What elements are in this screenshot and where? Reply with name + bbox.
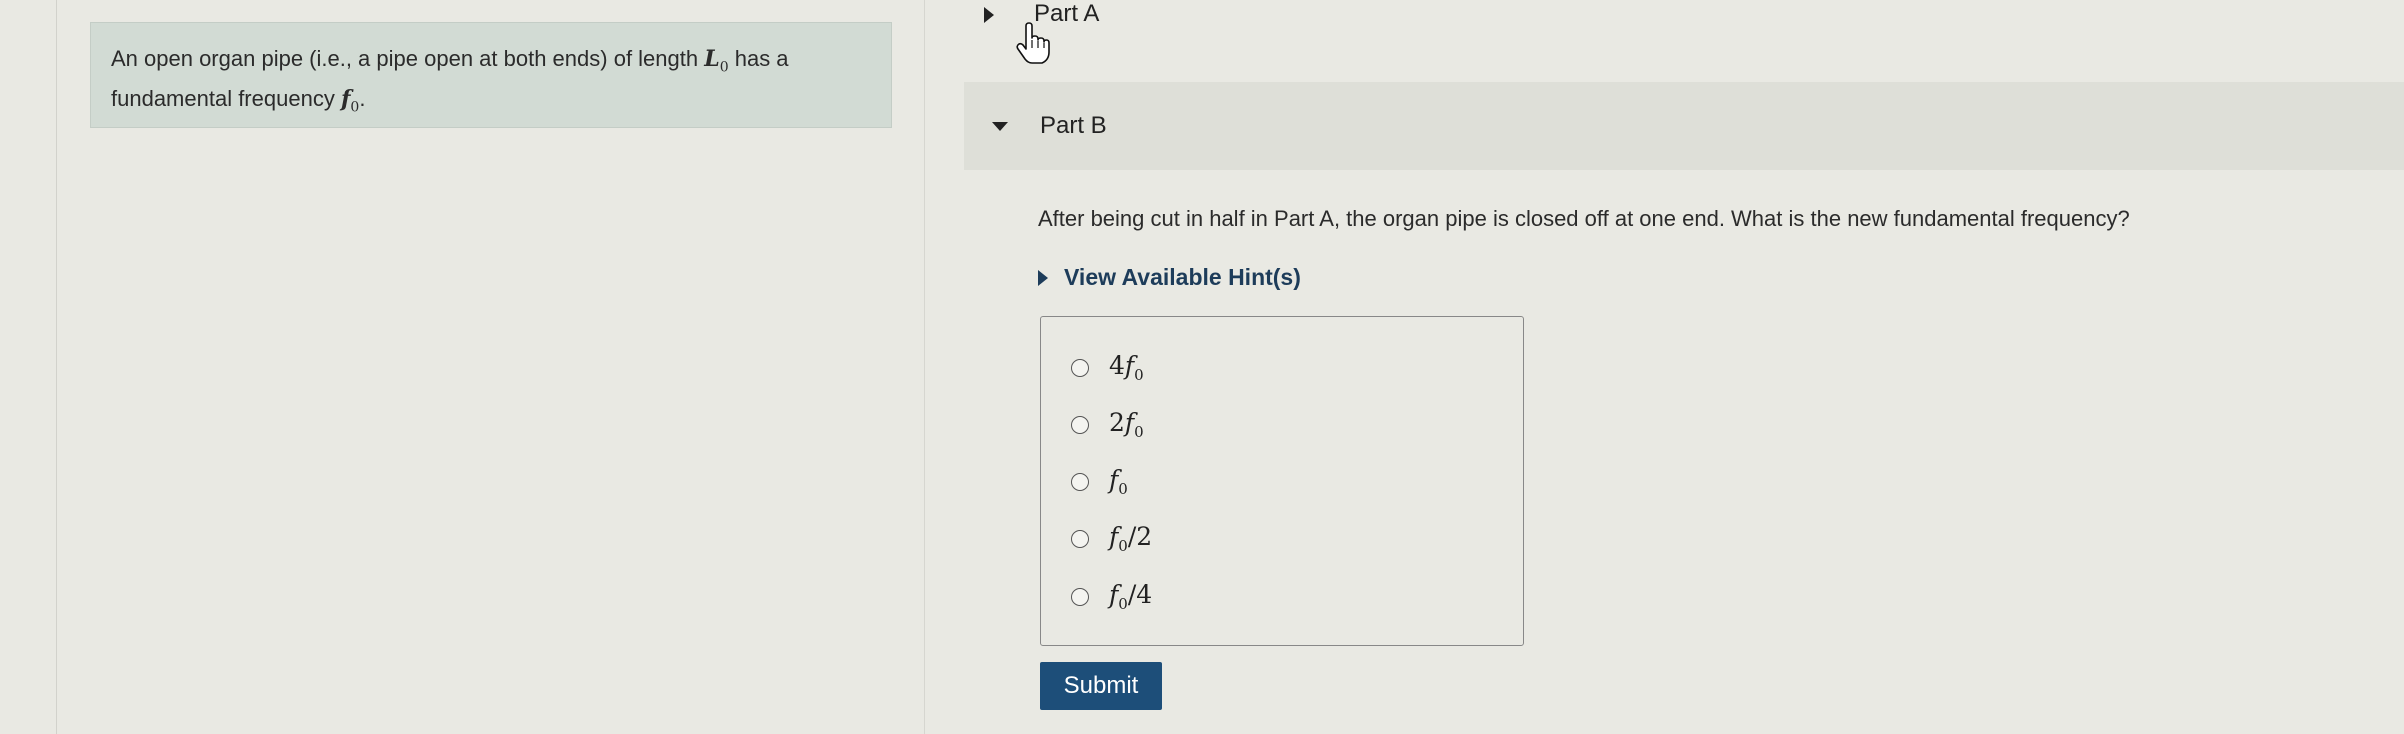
length-symbol: L0 <box>704 46 729 76</box>
submit-button[interactable]: Submit <box>1040 662 1162 710</box>
part-b-label[interactable]: Part B <box>1040 112 1107 140</box>
option-label: f0/4 <box>1109 580 1153 613</box>
left-divider <box>56 0 57 734</box>
view-hints-toggle[interactable]: View Available Hint(s) <box>1038 264 1301 291</box>
hint-caret-icon <box>1038 269 1048 286</box>
part-b-header[interactable] <box>964 82 2404 170</box>
part-a-toggle[interactable] <box>984 0 994 30</box>
option-label: f0 <box>1109 465 1128 498</box>
option-2f0[interactable]: 2f0 <box>1071 408 1144 441</box>
option-4f0[interactable]: 4f0 <box>1071 351 1144 384</box>
option-label: 4f0 <box>1109 351 1144 384</box>
problem-statement: An open organ pipe (i.e., a pipe open at… <box>90 22 892 128</box>
radio-button[interactable] <box>1071 415 1089 434</box>
radio-button[interactable] <box>1071 358 1089 377</box>
frequency-symbol: f0 <box>340 86 360 116</box>
column-divider <box>924 0 925 734</box>
option-label: 2f0 <box>1109 408 1144 441</box>
page: An open organ pipe (i.e., a pipe open at… <box>0 0 2404 734</box>
radio-button[interactable] <box>1071 587 1089 606</box>
hand-pointer-icon <box>1016 22 1050 64</box>
option-label: f0/2 <box>1109 522 1153 555</box>
option-f0-over-2[interactable]: f0/2 <box>1071 522 1152 555</box>
option-f0[interactable]: f0 <box>1071 465 1128 498</box>
answer-options: 4f0 2f0 f0 f0/2 f0/4 <box>1040 316 1524 646</box>
radio-button[interactable] <box>1071 529 1089 548</box>
caret-right-icon <box>984 7 994 23</box>
hint-label[interactable]: View Available Hint(s) <box>1064 264 1301 291</box>
caret-down-icon <box>992 122 1008 131</box>
radio-button[interactable] <box>1071 472 1089 491</box>
problem-text-end: . <box>359 86 366 112</box>
option-f0-over-4[interactable]: f0/4 <box>1071 580 1152 613</box>
problem-text-start: An open organ pipe (i.e., a pipe open at… <box>111 46 705 71</box>
question-text: After being cut in half in Part A, the o… <box>1038 206 2130 231</box>
